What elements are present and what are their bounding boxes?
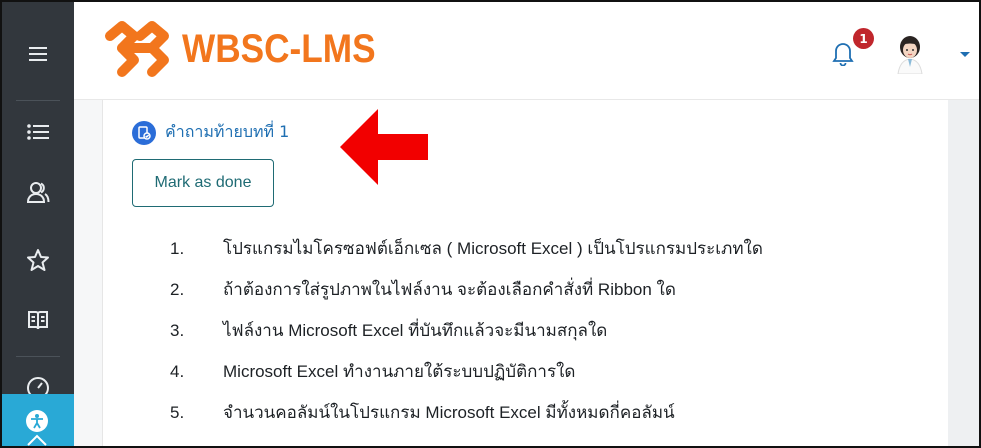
brand-logo-mark xyxy=(105,21,169,77)
activity-header: คำถามท้ายบทที่ 1 xyxy=(132,120,289,145)
brand-logo[interactable]: WBSC-LMS xyxy=(100,18,402,80)
question-number: 2. xyxy=(170,279,185,299)
accessibility-icon xyxy=(26,410,48,432)
star-icon[interactable] xyxy=(2,238,74,282)
list-icon[interactable] xyxy=(2,110,74,154)
question-list: 1. โปรแกรมไมโครซอฟต์เอ็กเซล ( Microsoft E… xyxy=(170,228,763,433)
menu-icon[interactable] xyxy=(2,32,74,76)
question-number: 5. xyxy=(170,402,185,422)
chevron-down-icon[interactable] xyxy=(960,52,970,57)
list-item: 3. ไฟล์งาน Microsoft Excel ที่บันทึกแล้วจ… xyxy=(170,310,763,351)
question-number: 4. xyxy=(170,361,185,381)
bell-icon xyxy=(832,43,854,67)
list-item: 5. จำนวนคอลัมน์ในโปรแกรม Microsoft Excel … xyxy=(170,392,763,433)
list-item: 4. Microsoft Excel ทำงานภายใต้ระบบปฏิบัติ… xyxy=(170,351,763,392)
question-text: โปรแกรมไมโครซอฟต์เอ็กเซล ( Microsoft Exc… xyxy=(223,239,763,258)
activity-title[interactable]: คำถามท้ายบทที่ 1 xyxy=(165,120,289,145)
sidebar-divider xyxy=(16,356,60,357)
question-text: ไฟล์งาน Microsoft Excel ที่บันทึกแล้วจะม… xyxy=(223,321,608,340)
red-arrow-icon xyxy=(340,109,428,185)
question-text: จำนวนคอลัมน์ในโปรแกรม Microsoft Excel มี… xyxy=(223,403,675,422)
avatar[interactable] xyxy=(892,34,928,78)
question-text: Microsoft Excel ทำงานภายใต้ระบบปฏิบัติกา… xyxy=(223,362,576,381)
mark-as-done-button[interactable]: Mark as done xyxy=(132,159,274,207)
book-icon[interactable] xyxy=(2,298,74,342)
brand-name: WBSC-LMS xyxy=(182,26,376,71)
sidebar xyxy=(2,2,74,446)
chevron-up-icon xyxy=(27,434,47,446)
app-window: WBSC-LMS 1 คำถามท้ายบทที่ 1 Mark as done… xyxy=(0,0,981,448)
notification-badge: 1 xyxy=(853,28,874,49)
question-text: ถ้าต้องการใส่รูปภาพในไฟล์งาน จะต้องเลือก… xyxy=(223,280,676,299)
list-item: 1. โปรแกรมไมโครซอฟต์เอ็กเซล ( Microsoft E… xyxy=(170,228,763,269)
question-number: 3. xyxy=(170,320,185,340)
quiz-icon xyxy=(132,120,156,145)
sidebar-divider xyxy=(16,100,60,101)
right-drawer-strip xyxy=(948,100,979,446)
notifications-button[interactable] xyxy=(832,40,854,70)
list-item: 2. ถ้าต้องการใส่รูปภาพในไฟล์งาน จะต้องเลื… xyxy=(170,269,763,310)
accessibility-button[interactable] xyxy=(2,394,74,446)
question-number: 1. xyxy=(170,238,185,258)
top-header: WBSC-LMS 1 xyxy=(74,2,979,100)
users-icon[interactable] xyxy=(2,170,74,214)
